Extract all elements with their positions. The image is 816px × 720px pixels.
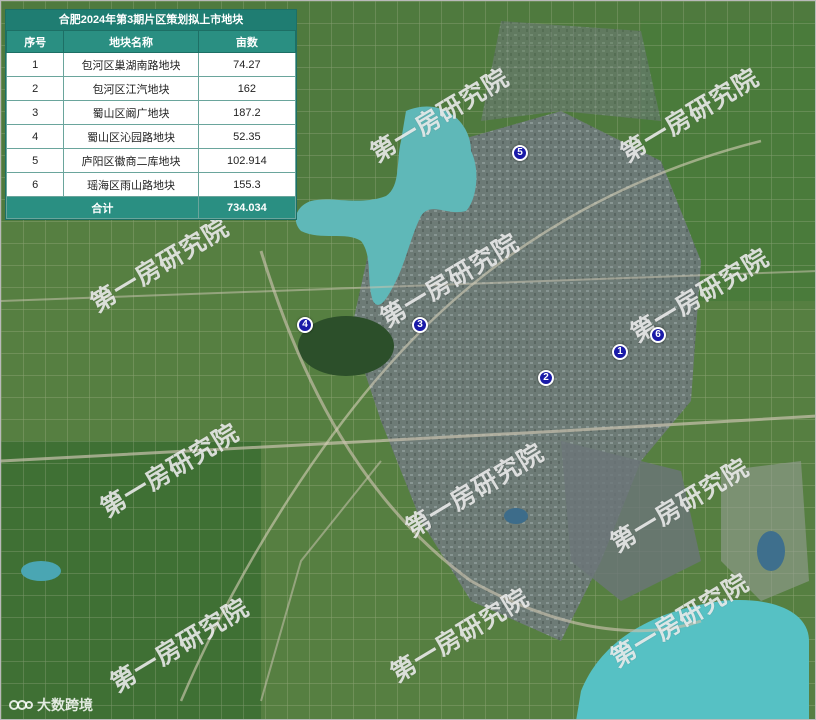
table-title: 合肥2024年第3期片区策划拟上市地块 — [6, 10, 296, 30]
table-row: 2 包河区江汽地块 162 — [5, 76, 297, 101]
row-area: 162 — [197, 76, 297, 101]
land-plot-table: 合肥2024年第3期片区策划拟上市地块 序号 地块名称 亩数 1 包河区巢湖南路… — [5, 9, 297, 220]
plot-marker-1[interactable]: 1 — [612, 344, 628, 360]
row-area: 187.2 — [197, 100, 297, 125]
row-index: 5 — [5, 148, 65, 173]
table-row: 5 庐阳区徽商二库地块 102.914 — [5, 148, 297, 173]
row-index: 3 — [5, 100, 65, 125]
plot-marker-2[interactable]: 2 — [538, 370, 554, 386]
total-label: 合计 — [6, 196, 199, 219]
brand-logo: 大数跨境 — [9, 695, 93, 715]
row-index: 2 — [5, 76, 65, 101]
table-row: 1 包河区巢湖南路地块 74.27 — [5, 52, 297, 77]
logo-icon — [9, 700, 33, 710]
table-row: 4 蜀山区沁园路地块 52.35 — [5, 124, 297, 149]
row-area: 155.3 — [197, 172, 297, 197]
plot-marker-4[interactable]: 4 — [297, 317, 313, 333]
plot-marker-5[interactable]: 5 — [512, 145, 528, 161]
table-header-row: 序号 地块名称 亩数 — [5, 30, 297, 53]
row-area: 52.35 — [197, 124, 297, 149]
plot-marker-3[interactable]: 3 — [412, 317, 428, 333]
row-name: 包河区江汽地块 — [63, 76, 199, 101]
total-area: 734.034 — [197, 196, 297, 219]
header-name: 地块名称 — [63, 30, 199, 53]
row-index: 4 — [5, 124, 65, 149]
satellite-map[interactable]: 合肥2024年第3期片区策划拟上市地块 序号 地块名称 亩数 1 包河区巢湖南路… — [0, 0, 816, 720]
total-row: 合计 734.034 — [6, 196, 297, 219]
row-name: 庐阳区徽商二库地块 — [63, 148, 199, 173]
row-area: 74.27 — [197, 52, 297, 77]
row-index: 6 — [5, 172, 65, 197]
row-index: 1 — [5, 52, 65, 77]
table-row: 6 瑶海区雨山路地块 155.3 — [5, 172, 297, 197]
header-area: 亩数 — [197, 30, 297, 53]
table-row: 3 蜀山区阚广地块 187.2 — [5, 100, 297, 125]
row-name: 蜀山区阚广地块 — [63, 100, 199, 125]
header-index: 序号 — [5, 30, 65, 53]
row-area: 102.914 — [197, 148, 297, 173]
row-name: 瑶海区雨山路地块 — [63, 172, 199, 197]
plot-list: 序号 地块名称 亩数 1 包河区巢湖南路地块 74.27 2 包河区江汽地块 1… — [5, 30, 297, 219]
plot-marker-6[interactable]: 6 — [650, 327, 666, 343]
row-name: 蜀山区沁园路地块 — [63, 124, 199, 149]
row-name: 包河区巢湖南路地块 — [63, 52, 199, 77]
logo-text: 大数跨境 — [37, 698, 93, 714]
